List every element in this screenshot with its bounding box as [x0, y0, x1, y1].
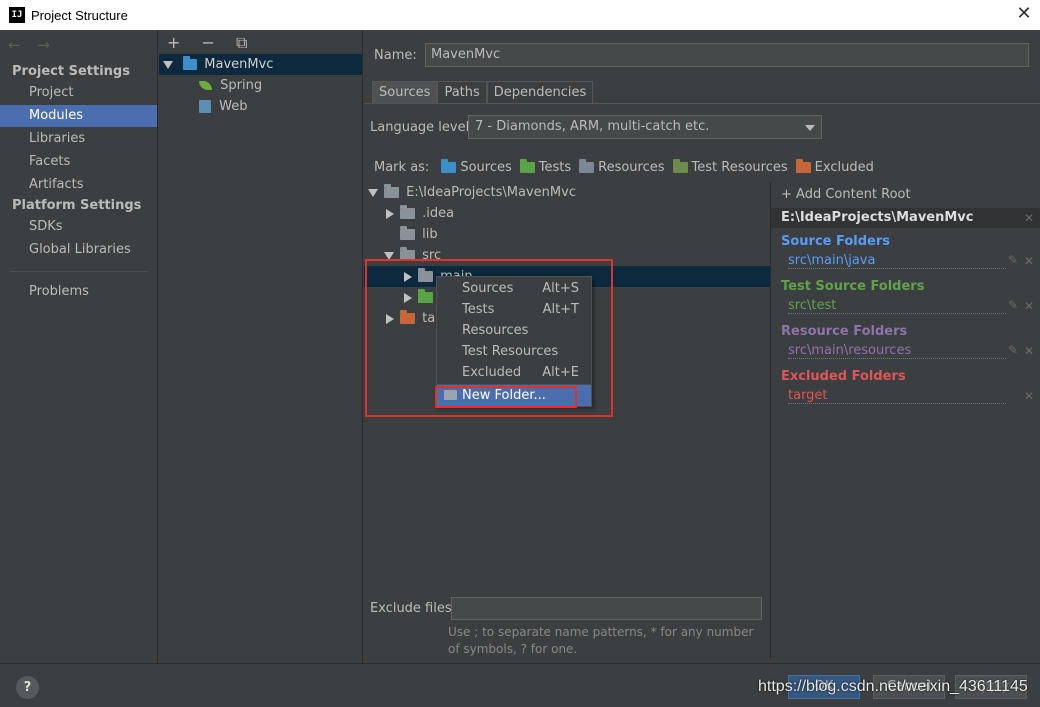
title-bar: IJ Project Structure ✕ — [0, 0, 1040, 30]
exclude-files-hint: Use ; to separate name patterns, * for a… — [448, 625, 754, 656]
highlight-box-new-folder — [435, 386, 577, 408]
sidebar-item-sdks[interactable]: SDKs — [0, 216, 157, 238]
settings-sidebar: ← → Project Settings Project Modules Lib… — [0, 30, 158, 663]
exclude-files-label: Exclude files: — [370, 601, 457, 616]
excluded-folder-path: target — [788, 388, 1006, 404]
language-level-label: Language level: — [370, 120, 474, 135]
tree-item-label: .idea — [422, 206, 455, 221]
help-icon[interactable]: ? — [16, 676, 39, 699]
tests-folder-icon — [519, 159, 535, 173]
tab-paths[interactable]: Paths — [437, 81, 487, 103]
name-label: Name: — [374, 48, 417, 63]
sidebar-item-problems[interactable]: Problems — [0, 281, 157, 303]
language-level-select[interactable]: 7 - Diamonds, ARM, multi-catch etc. — [468, 115, 822, 139]
sidebar-item-modules[interactable]: Modules — [0, 105, 157, 127]
edit-icon[interactable]: ✎ — [1008, 343, 1018, 357]
facet-label: Web — [219, 99, 248, 114]
mark-as-bar: Mark as: Sources Tests Resources Test Re… — [374, 159, 874, 175]
edit-icon[interactable]: ✎ — [1008, 298, 1018, 312]
folder-icon — [400, 226, 415, 240]
content-root-label: E:\IdeaProjects\MavenMvc — [781, 210, 974, 225]
source-folder-path: src\main\java — [788, 253, 1006, 269]
remove-icon[interactable]: ✕ — [1024, 344, 1034, 358]
intellij-app-icon: IJ — [9, 7, 25, 23]
facet-row-web[interactable]: Web — [159, 96, 362, 117]
remove-icon[interactable]: ✕ — [1024, 389, 1034, 403]
module-toolbar[interactable]: + − ⧉ — [167, 33, 255, 53]
edit-icon[interactable]: ✎ — [1008, 253, 1018, 267]
mark-test-resources-label: Test Resources — [691, 160, 788, 175]
chevron-down-icon — [805, 125, 815, 131]
back-forward-arrows-icon[interactable]: ← → — [8, 36, 56, 54]
mark-test-resources-button[interactable]: Test Resources — [672, 159, 788, 175]
window-title: Project Structure — [31, 7, 128, 23]
language-level-value: 7 - Diamonds, ARM, multi-catch etc. — [475, 119, 710, 134]
spring-leaf-icon — [199, 81, 212, 90]
content-root-path: E:\IdeaProjects\MavenMvc ✕ — [771, 208, 1040, 228]
sidebar-item-facets[interactable]: Facets — [0, 151, 157, 173]
mark-excluded-button[interactable]: Excluded — [795, 159, 874, 175]
module-tabs: Sources Paths Dependencies — [372, 81, 594, 103]
mark-excluded-label: Excluded — [814, 160, 874, 175]
test-resources-folder-icon — [672, 159, 688, 173]
excluded-folders-header: Excluded Folders — [781, 369, 906, 384]
module-row-mavenmvc[interactable]: MavenMvc — [159, 54, 362, 75]
sidebar-divider — [10, 271, 148, 272]
mark-resources-button[interactable]: Resources — [579, 159, 665, 175]
mark-sources-label: Sources — [460, 160, 512, 175]
sidebar-item-project[interactable]: Project — [0, 82, 157, 104]
tree-root-label: E:\IdeaProjects\MavenMvc — [406, 185, 576, 200]
module-icon — [183, 56, 198, 70]
web-icon — [199, 100, 211, 113]
resource-folder-path: src\main\resources — [788, 343, 1006, 359]
modules-panel: + − ⧉ MavenMvc Spring Web — [159, 30, 363, 663]
tab-divider — [364, 103, 1040, 104]
close-icon[interactable]: ✕ — [1014, 4, 1034, 24]
remove-icon[interactable]: ✕ — [1024, 254, 1034, 268]
tree-row-root[interactable]: E:\IdeaProjects\MavenMvc — [364, 182, 770, 203]
sources-folder-icon — [441, 159, 457, 173]
resource-folders-header: Resource Folders — [781, 324, 908, 339]
platform-settings-header: Platform Settings — [12, 198, 142, 213]
facet-row-spring[interactable]: Spring — [159, 75, 362, 96]
expand-arrow-icon[interactable] — [163, 60, 173, 69]
sidebar-item-artifacts[interactable]: Artifacts — [0, 174, 157, 196]
mark-sources-button[interactable]: Sources — [441, 159, 512, 175]
mark-tests-button[interactable]: Tests — [519, 159, 572, 175]
add-content-root-button[interactable]: + Add Content Root — [781, 187, 911, 202]
excluded-folder-icon — [795, 159, 811, 173]
tree-row-idea[interactable]: .idea — [364, 203, 770, 224]
remove-root-icon[interactable]: ✕ — [1024, 208, 1034, 228]
remove-icon[interactable]: ✕ — [1024, 299, 1034, 313]
mark-as-label: Mark as: — [374, 160, 430, 175]
dialog-button-bar: ? OK Cancel Apply https://blog.csdn.net/… — [0, 663, 1040, 707]
folder-icon — [400, 205, 415, 219]
expand-arrow-icon[interactable] — [386, 208, 394, 219]
tree-row-lib[interactable]: lib — [364, 224, 770, 245]
module-label: MavenMvc — [204, 57, 274, 72]
module-name-input[interactable]: MavenMvc — [425, 43, 1029, 67]
test-source-folder-path: src\test — [788, 298, 1006, 314]
mark-resources-label: Resources — [598, 160, 665, 175]
project-settings-header: Project Settings — [12, 64, 130, 79]
tab-dependencies[interactable]: Dependencies — [486, 81, 594, 103]
facet-label: Spring — [220, 78, 263, 93]
source-folders-header: Source Folders — [781, 234, 891, 249]
mark-tests-label: Tests — [538, 160, 572, 175]
resources-folder-icon — [579, 159, 595, 173]
collapse-arrow-icon[interactable] — [368, 188, 378, 197]
sidebar-item-global-libraries[interactable]: Global Libraries — [0, 239, 157, 261]
watermark-text: https://blog.csdn.net/weixin_43611145 — [758, 678, 1028, 695]
content-roots-panel: + Add Content Root E:\IdeaProjects\Maven… — [770, 182, 1040, 660]
sidebar-item-libraries[interactable]: Libraries — [0, 128, 157, 150]
test-source-folders-header: Test Source Folders — [781, 279, 925, 294]
tree-item-label: lib — [422, 227, 438, 242]
tab-sources[interactable]: Sources — [372, 81, 438, 103]
exclude-files-input[interactable] — [451, 597, 762, 620]
folder-icon — [384, 184, 399, 198]
